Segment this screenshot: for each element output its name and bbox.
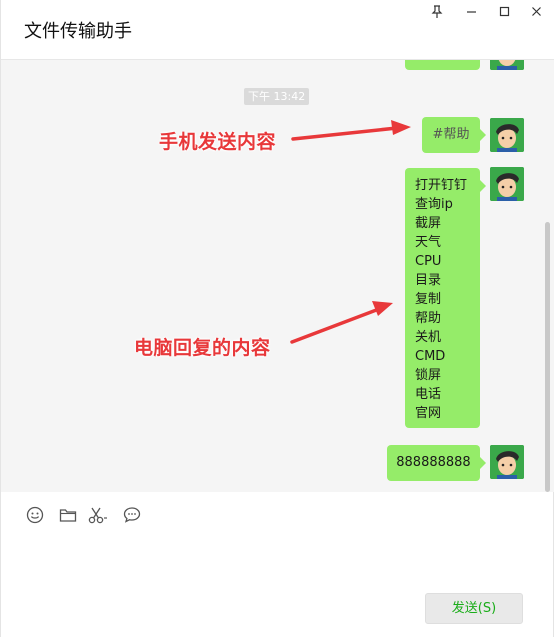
- list-item: 关机: [415, 330, 442, 345]
- close-icon[interactable]: [525, 3, 547, 19]
- list-item: 打开钉钉: [415, 178, 468, 193]
- minimize-icon[interactable]: [460, 3, 482, 19]
- message-input[interactable]: [1, 532, 554, 587]
- avatar[interactable]: [490, 167, 524, 201]
- list-item: 目录: [415, 273, 442, 288]
- avatar[interactable]: [490, 60, 524, 70]
- pin-icon[interactable]: [426, 3, 448, 19]
- annotation-phone-sent: 手机发送内容: [159, 131, 277, 153]
- list-item: 电话: [415, 387, 442, 402]
- folder-icon[interactable]: [57, 504, 79, 526]
- send-button[interactable]: 发送(S): [425, 593, 523, 624]
- message-timestamp: 下午 13:42: [244, 88, 310, 105]
- chat-bubble-icon[interactable]: [121, 504, 143, 526]
- scissors-icon[interactable]: [87, 504, 109, 526]
- list-item: CMD: [415, 349, 446, 364]
- input-toolbar: [1, 500, 554, 530]
- message-bubble-previous[interactable]: [405, 60, 480, 70]
- list-item: 天气: [415, 235, 442, 250]
- list-item: 截屏: [415, 216, 442, 231]
- chat-title: 文件传输助手: [24, 21, 132, 42]
- message-bubble[interactable]: 888888888: [387, 445, 486, 481]
- list-item: 复制: [415, 292, 442, 307]
- message-bubble-command-list[interactable]: 打开钉钉 查询ip 截屏 天气 CPU 目录 复制 帮助 关机 CMD 锁屏 电…: [405, 168, 486, 428]
- list-item: 帮助: [415, 311, 442, 326]
- annotation-pc-reply: 电脑回复的内容: [134, 337, 271, 359]
- list-item: 查询ip: [415, 197, 453, 212]
- avatar[interactable]: [490, 118, 524, 152]
- maximize-icon[interactable]: [493, 3, 515, 19]
- list-item: CPU: [415, 254, 442, 269]
- avatar[interactable]: [490, 445, 524, 479]
- title-bar: 文件传输助手: [1, 0, 554, 60]
- wechat-window: 文件传输助手 下午 13:42 #帮助 打开钉钉 查询ip 截屏 天气 CPU …: [0, 0, 554, 637]
- list-item: 锁屏: [415, 368, 442, 383]
- list-item: 官网: [415, 406, 442, 421]
- message-bubble[interactable]: #帮助: [422, 117, 486, 153]
- emoji-icon[interactable]: [24, 504, 46, 526]
- scrollbar[interactable]: [545, 222, 550, 492]
